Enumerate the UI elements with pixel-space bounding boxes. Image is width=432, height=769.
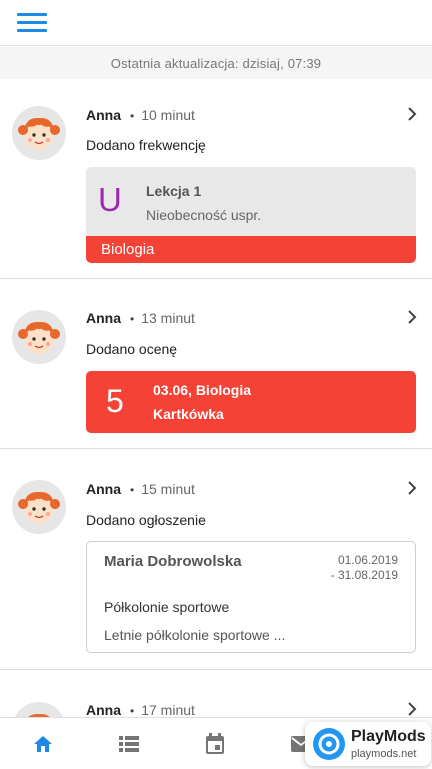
elapsed-time: 13 minut [141, 310, 195, 326]
author-name: Anna [86, 107, 121, 123]
watermark-brand: PlayMods [351, 728, 426, 745]
separator: • [130, 483, 135, 497]
date-from: 01.06.2019 [337, 553, 398, 567]
action-text: Dodano ogłoszenie [86, 512, 206, 528]
subject-label: Biologia [86, 236, 416, 263]
grade-category: Kartkówka [153, 406, 224, 422]
feed-item-meta: Anna • 15 minut [86, 481, 195, 497]
announcement-author: Maria Dobrowolska [104, 553, 242, 570]
attendance-code: U [98, 181, 122, 218]
chevron-right-icon[interactable] [406, 481, 418, 495]
action-text: Dodano ocenę [86, 341, 178, 357]
feed-item-grade[interactable]: Anna • 13 minut Dodano ocenę 5 03.06, Biol… [0, 279, 432, 449]
last-update-text: Ostatnia aktualizacja: dzisiaj, 07:39 [0, 47, 432, 79]
activity-feed[interactable]: Anna • 10 minut Dodano frekwencję U Lekcja… [0, 79, 432, 717]
action-text: Dodano frekwencję [86, 137, 206, 153]
announcement-body: Letnie półkolonie sportowe ... [104, 627, 286, 643]
playmods-logo-icon [313, 728, 345, 760]
announcement-dates: 01.06.2019 - 31.08.2019 [331, 553, 398, 583]
home-icon [34, 735, 52, 752]
feed-item-attendance[interactable]: Anna • 10 minut Dodano frekwencję U Lekcja… [0, 79, 432, 279]
announcement-card[interactable]: Maria Dobrowolska 01.06.2019 - 31.08.201… [86, 541, 416, 653]
nav-calendar[interactable] [172, 718, 258, 769]
grade-card[interactable]: 5 03.06, Biologia Kartkówka [86, 371, 416, 433]
list-icon [119, 735, 139, 752]
chevron-right-icon[interactable] [406, 107, 418, 121]
author-name: Anna [86, 702, 121, 717]
date-to: - 31.08.2019 [330, 568, 398, 582]
feed-item-announcement[interactable]: Anna • 15 minut Dodano ogłoszenie Maria Do… [0, 449, 432, 670]
chevron-right-icon[interactable] [406, 702, 418, 716]
hamburger-icon[interactable] [17, 13, 47, 33]
nav-home[interactable] [0, 718, 86, 769]
announcement-title: Półkolonie sportowe [104, 599, 230, 615]
elapsed-time: 10 minut [141, 107, 195, 123]
calendar-icon [206, 732, 224, 754]
top-app-bar [0, 0, 432, 46]
feed-item[interactable]: Anna • 17 minut [0, 670, 432, 717]
feed-item-meta: Anna • 10 minut [86, 107, 195, 123]
feed-item-meta: Anna • 13 minut [86, 310, 195, 326]
avatar [12, 106, 66, 160]
avatar [12, 702, 66, 717]
playmods-watermark: PlayMods playmods.net [305, 722, 431, 766]
separator: • [130, 312, 135, 326]
grade-value: 5 [106, 383, 124, 419]
attendance-status: Nieobecność uspr. [146, 207, 262, 223]
author-name: Anna [86, 481, 121, 497]
elapsed-time: 17 minut [141, 702, 195, 717]
attendance-card[interactable]: U Lekcja 1 Nieobecność uspr. Biologia [86, 167, 416, 263]
avatar [12, 310, 66, 364]
separator: • [130, 704, 135, 717]
watermark-url: playmods.net [351, 748, 417, 760]
feed-item-meta: Anna • 17 minut [86, 702, 195, 717]
chevron-right-icon[interactable] [406, 310, 418, 324]
avatar [12, 480, 66, 534]
separator: • [130, 109, 135, 123]
grade-date-subject: 03.06, Biologia [153, 382, 252, 398]
author-name: Anna [86, 310, 121, 326]
nav-list[interactable] [86, 718, 172, 769]
lesson-title: Lekcja 1 [146, 183, 202, 199]
elapsed-time: 15 minut [141, 481, 195, 497]
